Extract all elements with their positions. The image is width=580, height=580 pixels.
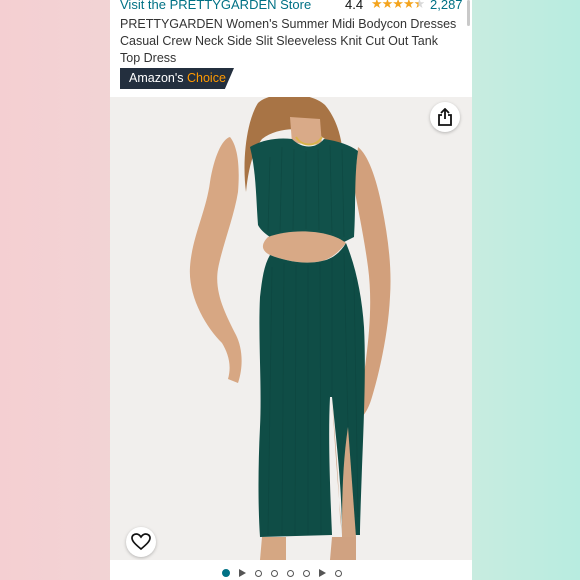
carousel-dot[interactable] <box>335 569 342 577</box>
store-link[interactable]: Visit the PRETTYGARDEN Store <box>120 0 311 12</box>
star-rating[interactable]: ★★★★★ <box>371 0 426 12</box>
badge-suffix: Choice <box>186 71 226 85</box>
product-title: PRETTYGARDEN Women's Summer Midi Bodycon… <box>120 17 457 65</box>
heart-icon <box>131 533 151 551</box>
share-button[interactable] <box>430 102 460 132</box>
badge-prefix: Amazon's <box>129 71 184 85</box>
video-play-icon[interactable] <box>319 569 326 577</box>
half-star: ★ <box>414 0 426 11</box>
carousel-dot-active[interactable] <box>222 569 230 577</box>
rating-value: 4.4 <box>345 0 364 12</box>
carousel-dot[interactable] <box>303 569 310 577</box>
dress-photo <box>189 97 391 560</box>
carousel-dot[interactable] <box>271 569 278 577</box>
scrollbar[interactable] <box>467 0 470 26</box>
wishlist-button[interactable] <box>126 527 156 557</box>
full-stars: ★★★★ <box>371 0 415 11</box>
product-image[interactable] <box>110 97 472 560</box>
carousel-indicators <box>222 567 342 579</box>
rating-count-link[interactable]: 2,287 <box>430 0 463 12</box>
store-rating-row: Visit the PRETTYGARDEN Store 4.4 ★★★★★ 2… <box>120 0 472 15</box>
video-play-icon[interactable] <box>239 569 246 577</box>
amazons-choice-badge[interactable]: Amazon's Choice <box>120 68 234 89</box>
share-icon <box>438 108 452 126</box>
carousel-dot[interactable] <box>255 569 262 577</box>
carousel-dot[interactable] <box>287 569 294 577</box>
product-screen: Visit the PRETTYGARDEN Store 4.4 ★★★★★ 2… <box>110 0 472 580</box>
